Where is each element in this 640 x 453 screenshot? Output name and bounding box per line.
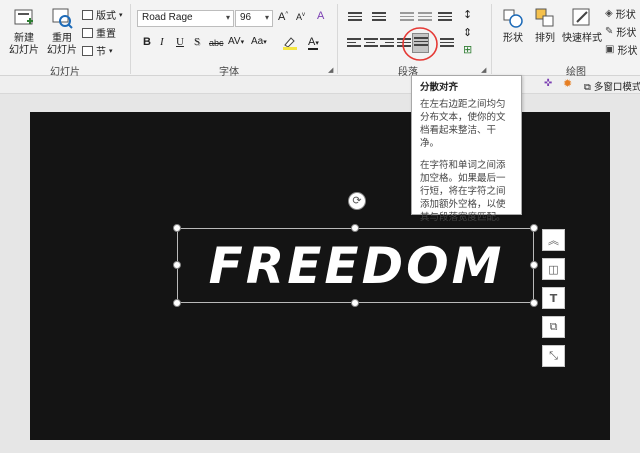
grow-font-button[interactable]: A^	[278, 11, 288, 23]
rotate-handle-icon[interactable]: ⟳	[348, 192, 366, 210]
font-dialog-launcher-icon[interactable]: ◢	[328, 66, 333, 74]
quick-styles-button[interactable]: 快速样式	[560, 6, 604, 45]
strikethrough-button[interactable]: abc	[209, 38, 224, 48]
section-button[interactable]: 节 ▾	[82, 43, 113, 58]
resize-handle-bottom-left[interactable]	[173, 299, 181, 307]
paint-bucket-icon: ◈	[605, 8, 613, 19]
underline-button[interactable]: U	[176, 36, 184, 48]
font-size-field[interactable]: 96 ▾	[235, 10, 273, 27]
resize-handle-top-right[interactable]	[530, 224, 538, 232]
resize-handle-left[interactable]	[173, 261, 181, 269]
italic-button[interactable]: I	[160, 36, 164, 48]
text-box-icon[interactable]: T	[542, 287, 565, 309]
shapes-button[interactable]: 形状	[497, 6, 529, 45]
reuse-slide-button[interactable]: 重用 幻灯片	[46, 6, 78, 57]
reuse-slide-label: 重用 幻灯片	[47, 33, 77, 56]
new-slide-label: 新建 幻灯片	[9, 33, 39, 56]
new-slide-icon	[13, 6, 35, 30]
align-left-icon[interactable]	[347, 38, 361, 50]
char-spacing-button[interactable]: AV▾	[228, 36, 244, 47]
bold-button[interactable]: B	[143, 36, 151, 48]
layout-button[interactable]: 版式 ▾	[82, 7, 123, 22]
resize-handle-top-left[interactable]	[173, 224, 181, 232]
font-name-field[interactable]: Road Rage ▾	[137, 10, 234, 27]
font-color-button[interactable]: A▾	[308, 36, 319, 50]
tooltip-description: 在左右边距之间均匀分布文本，使你的文档看起来整洁、干净。	[420, 99, 506, 149]
status-bar: ✜ ✹ ⧉ 多窗口模式	[0, 76, 640, 94]
ribbon: 新建 幻灯片 重用 幻灯片 版式 ▾ 重置 节 ▾ 幻灯片 Road Rage ▾ …	[0, 0, 640, 78]
settings-gear-icon[interactable]: ✹	[563, 77, 572, 90]
effects-icon: ▣	[605, 44, 615, 55]
chevron-down-icon: ▾	[225, 13, 230, 22]
shrink-font-button[interactable]: Av	[296, 12, 305, 22]
crop-icon[interactable]: ⤡	[542, 345, 565, 367]
slide-title-text[interactable]: FREEDOM	[178, 233, 535, 299]
resize-handle-bottom-right[interactable]	[530, 299, 538, 307]
layout-icon	[82, 9, 93, 20]
shape-effects-button[interactable]: ▣ 形状	[605, 42, 637, 57]
change-case-button[interactable]: Aa▾	[251, 36, 267, 47]
divider	[337, 4, 338, 74]
highlighter-icon	[283, 37, 297, 50]
tooltip-detail: 在字符和单词之间添加空格。如果最后一行短，将在字符之间添加额外空格，以使其与段落…	[420, 160, 506, 223]
new-slide-button[interactable]: 新建 幻灯片	[8, 6, 40, 57]
arrange-layers-icon[interactable]: ⧉	[542, 316, 565, 338]
floating-toolbar: ︽ ◫ T ⧉ ⤡	[542, 229, 566, 374]
columns-icon[interactable]	[440, 38, 454, 50]
freedom-text-box[interactable]: FREEDOM	[177, 228, 534, 303]
collapse-chevron-icon[interactable]: ︽	[542, 229, 565, 251]
window-icon: ⧉	[584, 82, 591, 93]
resize-handle-right[interactable]	[530, 261, 538, 269]
arrange-button[interactable]: 排列	[531, 6, 559, 45]
tooltip: 分散对齐 在左右边距之间均匀分布文本，使你的文档看起来整洁、干净。 在字符和单词…	[411, 75, 522, 223]
shape-outline-button[interactable]: ✎ 形状	[605, 24, 636, 39]
tooltip-title: 分散对齐	[420, 82, 459, 93]
chevron-down-icon: ▾	[109, 46, 113, 55]
reset-icon	[82, 27, 93, 38]
pen-icon: ✎	[605, 26, 614, 37]
reuse-slide-icon	[51, 6, 73, 30]
divider	[130, 4, 131, 74]
quick-styles-icon	[571, 6, 593, 30]
align-right-icon[interactable]	[380, 38, 394, 50]
decrease-indent-icon[interactable]	[400, 12, 414, 24]
resize-handle-bottom[interactable]	[351, 299, 359, 307]
align-center-icon[interactable]	[364, 38, 378, 50]
arrange-icon	[534, 6, 556, 30]
paragraph-dialog-launcher-icon[interactable]: ◢	[481, 66, 486, 74]
text-direction-icon[interactable]: ↕	[463, 8, 472, 21]
bullets-icon[interactable]	[348, 12, 362, 24]
resize-handle-top[interactable]	[351, 224, 359, 232]
highlight-color-button[interactable]	[282, 36, 300, 53]
numbering-icon[interactable]	[372, 12, 386, 24]
shape-fill-button[interactable]: ◈ 形状	[605, 6, 636, 21]
divider	[491, 4, 492, 74]
font-color-bar	[308, 48, 318, 50]
clear-format-icon[interactable]: A	[317, 10, 324, 22]
reset-button[interactable]: 重置	[82, 25, 116, 40]
multi-window-button[interactable]: ⧉ 多窗口模式	[584, 79, 640, 93]
align-text-icon[interactable]: ⇕	[463, 26, 472, 39]
chevron-down-icon: ▾	[119, 10, 123, 19]
line-spacing-icon[interactable]	[438, 12, 452, 24]
chevron-down-icon: ▾	[264, 13, 269, 22]
layout-options-icon[interactable]: ◫	[542, 258, 565, 280]
smartart-icon[interactable]: ⊞	[463, 43, 472, 56]
shapes-icon	[502, 6, 524, 30]
highlight-circle	[402, 27, 438, 61]
pointer-icon[interactable]: ✜	[544, 78, 552, 89]
increase-indent-icon[interactable]	[418, 12, 432, 24]
shadow-button[interactable]: S	[194, 36, 200, 48]
section-icon	[82, 45, 93, 56]
